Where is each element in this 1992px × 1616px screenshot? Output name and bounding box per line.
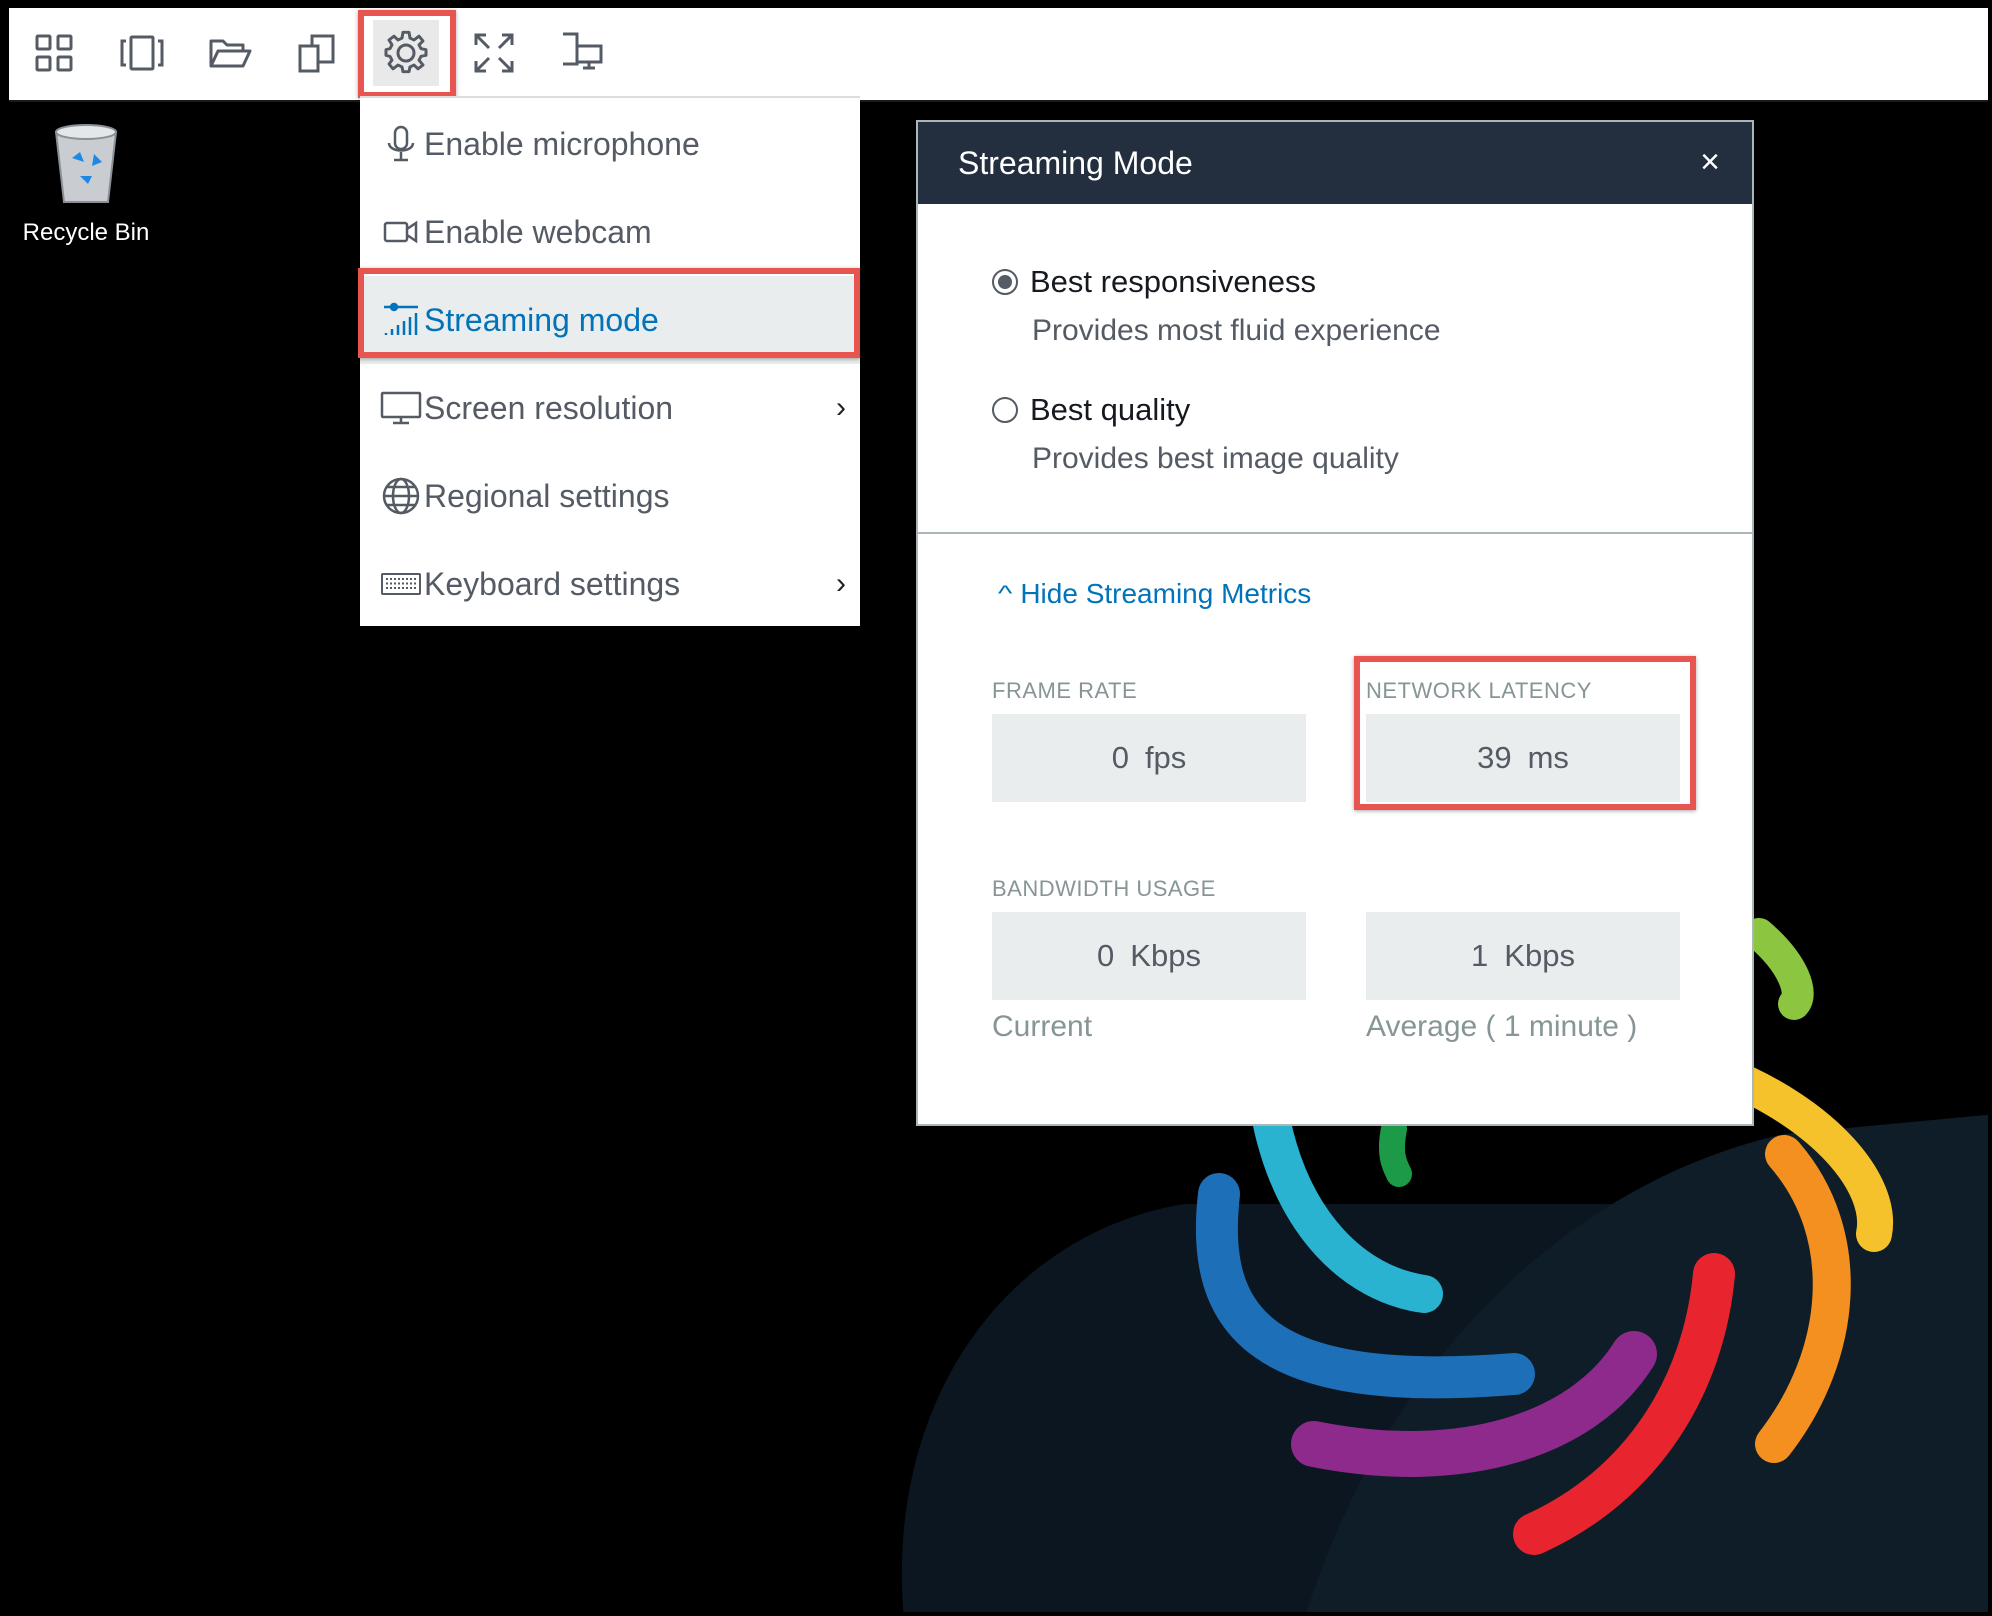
microphone-icon (380, 123, 422, 165)
chevron-up-icon: ^ (997, 581, 1013, 606)
keyboard-icon (380, 563, 422, 605)
signal-icon (380, 299, 422, 341)
option-label: Best responsiveness (1030, 264, 1317, 299)
streaming-mode-dialog: Streaming Mode × Best responsiveness Pro… (916, 120, 1754, 1126)
fullscreen-icon[interactable] (461, 20, 527, 86)
divider (918, 532, 1752, 534)
clipboard-icon[interactable] (285, 20, 351, 86)
menu-item-label: Regional settings (424, 477, 670, 514)
network-latency-number: 39 (1477, 740, 1512, 775)
menu-item-keyboard-settings[interactable]: Keyboard settings › (360, 540, 860, 628)
grid-icon[interactable] (21, 20, 87, 86)
recycle-bin-icon (54, 124, 118, 203)
bandwidth-current-value: 0 Kbps (992, 912, 1306, 1000)
dialog-title: Streaming Mode (958, 144, 1193, 181)
menu-item-label: Keyboard settings (424, 565, 681, 602)
bandwidth-average-unit: Kbps (1504, 938, 1575, 973)
gear-icon[interactable] (373, 20, 439, 86)
bandwidth-current-number: 0 (1097, 938, 1115, 973)
network-latency-value: 39 ms (1366, 714, 1680, 802)
menu-item-regional-settings[interactable]: Regional settings (360, 452, 860, 540)
menu-item-label: Screen resolution (424, 389, 674, 426)
option-best-quality[interactable]: Best quality (992, 392, 1190, 428)
bandwidth-current-caption: Current (992, 1010, 1093, 1043)
chevron-right-icon: › (836, 391, 846, 424)
bandwidth-usage-heading: BANDWIDTH USAGE (992, 876, 1216, 901)
chevron-right-icon: › (836, 567, 846, 600)
frame-rate-value: 0 fps (992, 714, 1306, 802)
bandwidth-average-number: 1 (1471, 938, 1489, 973)
dialog-header: Streaming Mode × (918, 122, 1752, 204)
settings-menu: Enable microphone Enable webcam Streamin… (360, 96, 860, 626)
frame-rate-heading: FRAME RATE (992, 678, 1138, 703)
option-label: Best quality (1030, 392, 1191, 427)
network-latency-unit: ms (1527, 740, 1569, 775)
menu-item-enable-webcam[interactable]: Enable webcam (360, 188, 860, 276)
option-description: Provides best image quality (1032, 442, 1399, 475)
menu-item-label: Enable microphone (424, 125, 700, 162)
recycle-bin-label: Recycle Bin (22, 219, 150, 246)
bandwidth-current-unit: Kbps (1130, 938, 1201, 973)
frame-rate-number: 0 (1111, 740, 1129, 775)
metrics-toggle-label: Hide Streaming Metrics (1020, 578, 1312, 609)
monitor-icon (380, 387, 422, 429)
screenshot-frame: Recycle Bin Enable microphone Enable web… (0, 0, 1992, 1616)
bandwidth-average-value: 1 Kbps (1366, 912, 1680, 1000)
menu-item-enable-microphone[interactable]: Enable microphone (360, 100, 860, 188)
bandwidth-average-caption: Average ( 1 minute ) (1366, 1010, 1638, 1043)
hide-streaming-metrics-link[interactable]: ^ Hide Streaming Metrics (997, 578, 1312, 610)
menu-item-label: Enable webcam (424, 213, 652, 250)
network-latency-heading: NETWORK LATENCY (1366, 678, 1592, 703)
close-icon[interactable]: × (1690, 142, 1730, 182)
frame-rate-unit: fps (1144, 740, 1187, 775)
windows-icon[interactable] (109, 20, 175, 86)
radio-button-checked[interactable] (992, 269, 1018, 295)
menu-item-label: Streaming mode (424, 301, 659, 338)
folder-icon[interactable] (197, 20, 263, 86)
menu-item-streaming-mode[interactable]: Streaming mode (360, 276, 860, 364)
radio-button-unchecked[interactable] (992, 397, 1018, 423)
dual-monitor-icon[interactable] (549, 20, 615, 86)
recycle-bin[interactable]: Recycle Bin (18, 118, 154, 258)
menu-item-screen-resolution[interactable]: Screen resolution › (360, 364, 860, 452)
globe-icon (380, 475, 422, 517)
option-description: Provides most fluid experience (1032, 314, 1441, 347)
webcam-icon (380, 211, 422, 253)
toolbar (9, 8, 1988, 102)
option-best-responsiveness[interactable]: Best responsiveness (992, 264, 1316, 300)
